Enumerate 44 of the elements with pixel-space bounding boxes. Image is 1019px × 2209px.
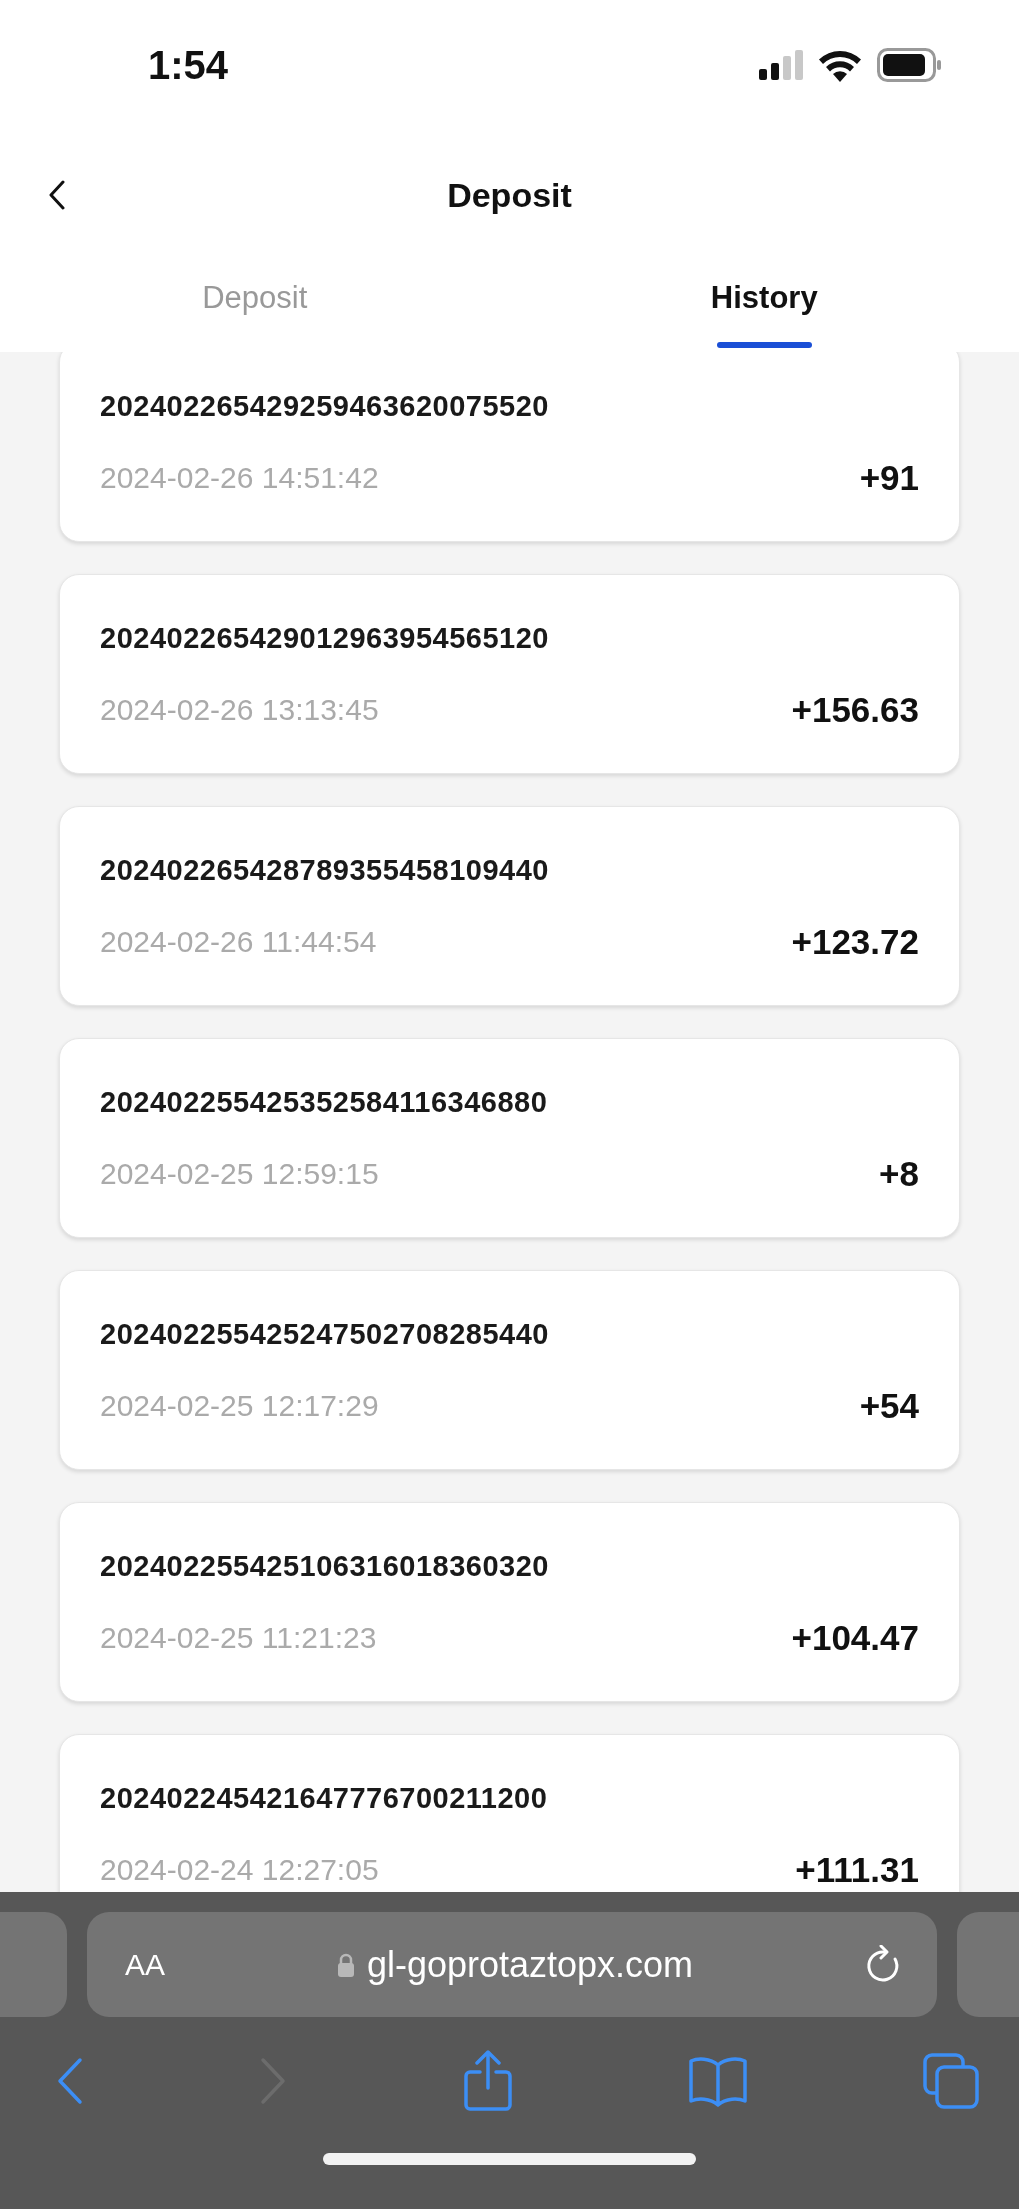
transaction-amount: +104.47 — [791, 1618, 919, 1658]
transaction-card[interactable]: 202402255425106316018360320 2024-02-25 11:21:23 +104.47 — [59, 1502, 960, 1702]
transaction-card[interactable]: 202402265429012963954565120 2024-02-26 13:13:45 +156.63 — [59, 574, 960, 774]
transaction-card[interactable]: 202402245421647776700211200 2024-02-24 12:27:05 +111.31 — [59, 1734, 960, 1892]
transaction-amount: +8 — [879, 1154, 919, 1194]
signal-icon — [759, 50, 803, 80]
book-icon[interactable] — [687, 2055, 748, 2107]
transaction-date: 2024-02-24 12:27:05 — [100, 1852, 379, 1888]
tab-preview[interactable] — [0, 1912, 67, 2017]
transaction-id: 202402265429259463620075520 — [100, 389, 550, 423]
transaction-date: 2024-02-26 11:44:54 — [100, 924, 377, 960]
transaction-amount: +123.72 — [791, 922, 919, 962]
transaction-amount: +54 — [859, 1386, 919, 1426]
battery-icon — [877, 48, 941, 82]
transaction-card[interactable]: 202402255425247502708285440 2024-02-25 12:17:29 +54 — [59, 1270, 960, 1470]
share-icon[interactable] — [462, 2050, 513, 2112]
transaction-id: 202402255425106316018360320 — [100, 1549, 550, 1583]
transaction-date: 2024-02-25 12:59:15 — [100, 1156, 379, 1192]
page-title: Deposit — [447, 175, 572, 215]
transaction-amount: +156.63 — [791, 690, 919, 730]
transaction-id: 202402255425352584116346880 — [100, 1085, 549, 1119]
transaction-date: 2024-02-25 12:17:29 — [100, 1388, 379, 1424]
transaction-date: 2024-02-26 14:51:42 — [100, 460, 379, 496]
lock-icon — [336, 1952, 355, 1977]
transaction-amount: +91 — [859, 458, 919, 498]
address-bar[interactable]: AA gl-goprotaztopx.com — [87, 1912, 937, 2017]
status-time: 1:54 — [148, 42, 229, 88]
tab[interactable]: History — [509, 260, 1019, 352]
transaction-id: 202402245421647776700211200 — [100, 1781, 549, 1815]
tab-preview[interactable] — [957, 1912, 1019, 2017]
transaction-amount: +111.31 — [795, 1850, 919, 1890]
transaction-id: 202402255425247502708285440 — [100, 1317, 550, 1351]
text-size-button[interactable]: AA — [125, 1947, 166, 1982]
transaction-id: 202402265428789355458109440 — [100, 853, 550, 887]
transaction-date: 2024-02-25 11:21:23 — [100, 1620, 377, 1656]
wifi-icon — [817, 48, 863, 82]
transaction-id: 202402265429012963954565120 — [100, 621, 550, 655]
tabs-icon[interactable] — [923, 2053, 979, 2109]
back-icon[interactable] — [48, 180, 66, 210]
transaction-date: 2024-02-26 13:13:45 — [100, 692, 379, 728]
transaction-card[interactable]: 202402255425352584116346880 2024-02-25 12:59:15 +8 — [59, 1038, 960, 1238]
transaction-card[interactable]: 202402265429259463620075520 2024-02-26 14:51:42 +91 — [59, 352, 960, 542]
transaction-card[interactable]: 202402265428789355458109440 2024-02-26 11:44:54 +123.72 — [59, 806, 960, 1006]
url-text: gl-goprotaztopx.com — [366, 1943, 694, 1986]
